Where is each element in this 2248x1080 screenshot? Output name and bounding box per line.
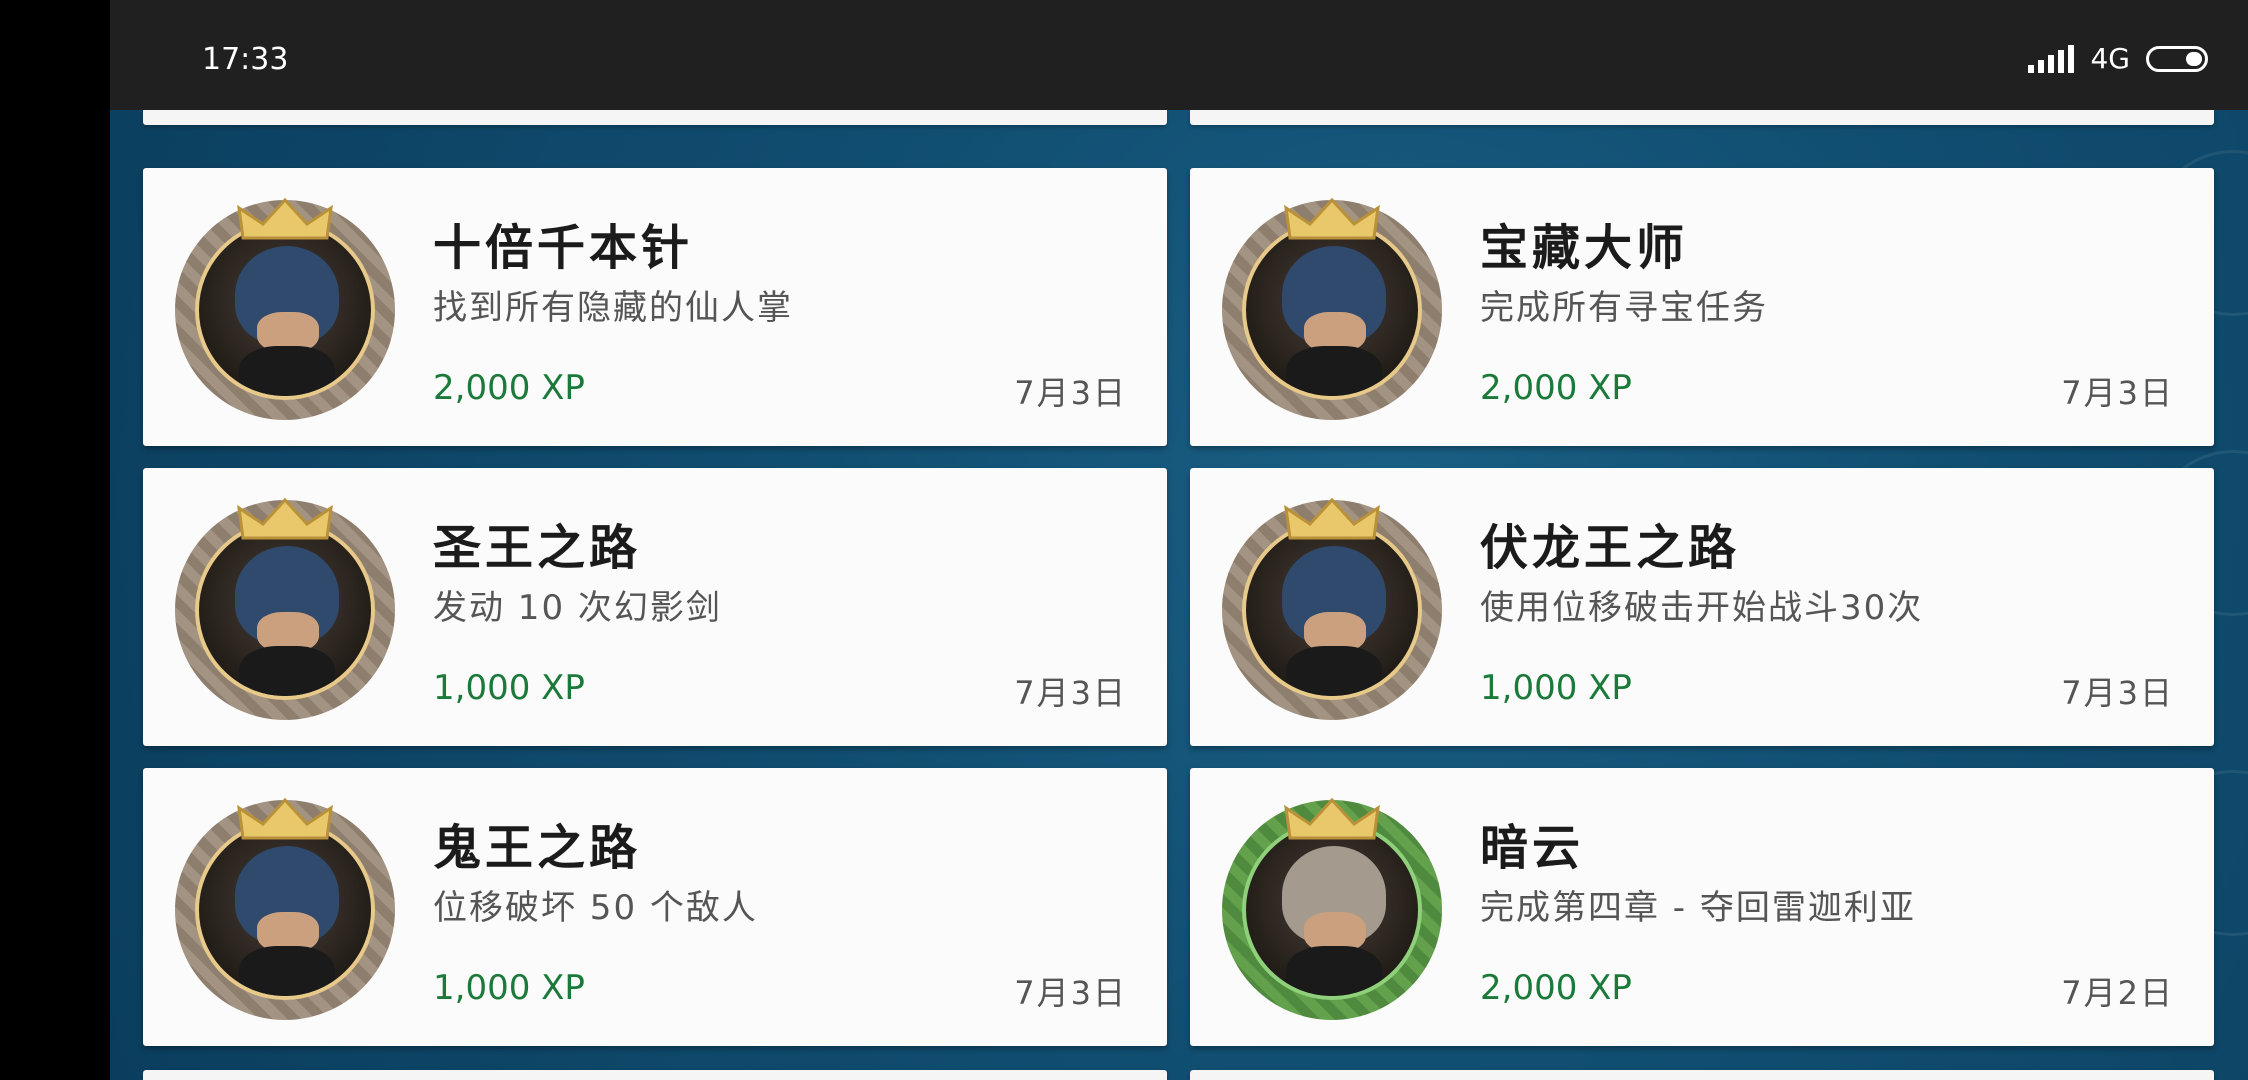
status-time: 17:33	[202, 42, 289, 77]
battery-icon	[2146, 45, 2208, 72]
achievement-xp: 2,000 XP	[1480, 368, 1632, 408]
partial-card-bottom-left	[143, 1070, 1167, 1080]
network-type: 4G	[2090, 42, 2130, 75]
noctis-portrait-icon	[1222, 498, 1442, 720]
crown-icon	[1284, 498, 1380, 540]
achievement-description: 完成所有寻宝任务	[1480, 288, 1768, 328]
noctis-portrait-icon	[175, 198, 395, 420]
status-bar: 17:33 4G	[110, 0, 2248, 110]
achievement-title: 伏龙王之路	[1480, 520, 1741, 576]
crown-icon	[1284, 198, 1380, 240]
achievement-card[interactable]: 伏龙王之路 使用位移破击开始战斗30次 1,000 XP 7月3日	[1190, 468, 2214, 746]
noctis-portrait-icon	[175, 498, 395, 720]
achievement-title: 暗云	[1480, 820, 1585, 876]
achievement-title: 宝藏大师	[1480, 220, 1689, 276]
achievement-title: 十倍千本针	[433, 220, 694, 276]
partial-card-bottom-right	[1190, 1070, 2214, 1080]
achievement-card[interactable]: 圣王之路 发动 10 次幻影剑 1,000 XP 7月3日	[143, 468, 1167, 746]
achievement-description: 完成第四章 - 夺回雷迦利亚	[1480, 888, 1916, 928]
achievement-list[interactable]: 十倍千本针 找到所有隐藏的仙人掌 2,000 XP 7月3日 宝藏大师 完成所有…	[110, 110, 2248, 1080]
partial-card-top-left	[143, 110, 1167, 125]
crown-icon	[1284, 798, 1380, 840]
achievement-date: 7月3日	[1014, 374, 1127, 412]
achievement-card[interactable]: 十倍千本针 找到所有隐藏的仙人掌 2,000 XP 7月3日	[143, 168, 1167, 446]
noctis-portrait-icon	[175, 798, 395, 1020]
achievement-title: 圣王之路	[433, 520, 642, 576]
signal-strength-icon	[2028, 44, 2075, 73]
partial-card-top-right	[1190, 110, 2214, 125]
achievement-card[interactable]: 鬼王之路 位移破坏 50 个敌人 1,000 XP 7月3日	[143, 768, 1167, 1046]
achievement-xp: 1,000 XP	[1480, 668, 1632, 708]
achievement-card[interactable]: 宝藏大师 完成所有寻宝任务 2,000 XP 7月3日	[1190, 168, 2214, 446]
achievement-date: 7月3日	[1014, 674, 1127, 712]
achievement-title: 鬼王之路	[433, 820, 642, 876]
achievement-xp: 1,000 XP	[433, 668, 585, 708]
achievement-xp: 2,000 XP	[1480, 968, 1632, 1008]
achievement-description: 找到所有隐藏的仙人掌	[433, 288, 793, 328]
achievement-date: 7月3日	[1014, 974, 1127, 1012]
achievement-date: 7月2日	[2061, 974, 2174, 1012]
achievement-card[interactable]: 暗云 完成第四章 - 夺回雷迦利亚 2,000 XP 7月2日	[1190, 768, 2214, 1046]
ardyn-portrait-icon	[1222, 798, 1442, 1020]
crown-icon	[237, 198, 333, 240]
achievement-xp: 2,000 XP	[433, 368, 585, 408]
status-icons: 4G	[2028, 42, 2208, 75]
achievement-date: 7月3日	[2061, 374, 2174, 412]
crown-icon	[237, 498, 333, 540]
achievement-date: 7月3日	[2061, 674, 2174, 712]
left-screen-edge	[0, 0, 110, 1080]
achievement-description: 位移破坏 50 个敌人	[433, 888, 758, 928]
achievement-description: 使用位移破击开始战斗30次	[1480, 588, 1924, 628]
noctis-portrait-icon	[1222, 198, 1442, 420]
crown-icon	[237, 798, 333, 840]
achievement-description: 发动 10 次幻影剑	[433, 588, 722, 628]
achievement-xp: 1,000 XP	[433, 968, 585, 1008]
